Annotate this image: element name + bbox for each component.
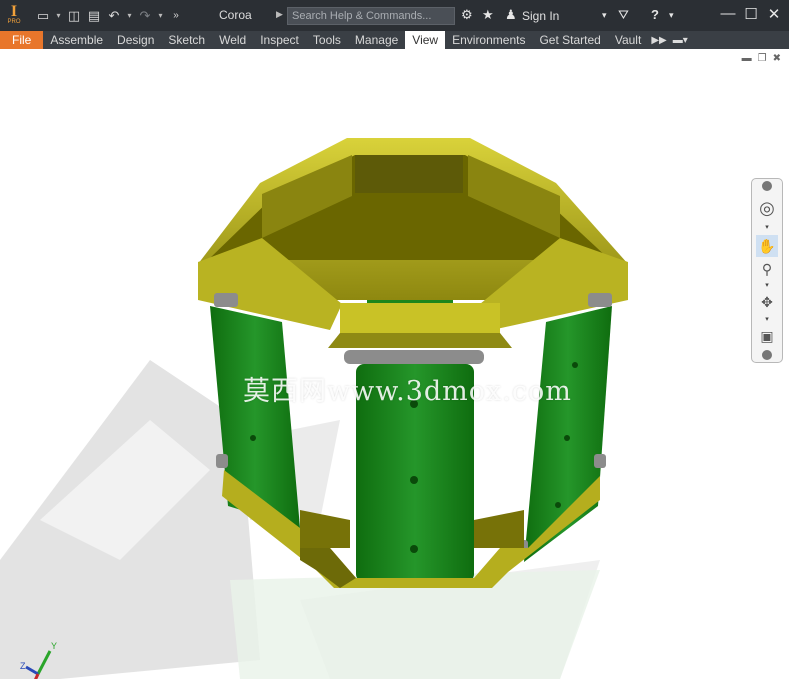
binoculars-icon[interactable]: ⚙: [461, 7, 473, 23]
close-icon[interactable]: ✕: [764, 5, 784, 23]
new-file-icon[interactable]: ▭: [34, 5, 52, 27]
help-icon[interactable]: ?: [651, 7, 659, 22]
redo-icon[interactable]: ↷: [136, 5, 154, 27]
close-icon[interactable]: [762, 181, 772, 191]
y-axis-line: [36, 650, 52, 675]
title-bar: I PRO ▭ ▾ ◫ ▤ ↶ ▾ ↷ ▾ » Coroa ▶ Search He…: [0, 0, 789, 31]
more-commands-icon[interactable]: »: [167, 5, 185, 27]
z-axis-line: [25, 665, 39, 676]
chevron-down-icon[interactable]: ▾: [602, 10, 607, 21]
look-at-icon[interactable]: ▣: [756, 325, 778, 347]
ribbon-display-icon[interactable]: ▬▾: [670, 31, 691, 49]
sign-in-button[interactable]: Sign In: [522, 9, 559, 23]
chevron-down-icon[interactable]: ▾: [54, 11, 63, 20]
customize-icon[interactable]: [762, 350, 772, 360]
tab-sketch[interactable]: Sketch: [161, 31, 212, 49]
search-input[interactable]: Search Help & Commands...: [287, 7, 455, 25]
zoom-icon[interactable]: ⚲: [756, 259, 778, 279]
tab-design[interactable]: Design: [110, 31, 161, 49]
tab-view[interactable]: View: [405, 31, 446, 49]
save-icon[interactable]: ▤: [85, 5, 103, 27]
chevron-down-icon[interactable]: ▾: [756, 223, 778, 231]
user-icon[interactable]: ♟: [505, 7, 517, 23]
cart-icon[interactable]: ⛛: [618, 7, 629, 23]
document-title: Coroa: [219, 8, 252, 22]
x-axis-line: [34, 673, 40, 679]
orbit-icon[interactable]: ✥: [756, 291, 778, 313]
tab-environments[interactable]: Environments: [445, 31, 532, 49]
watermark-text: 莫西网www.3dmox.com: [243, 376, 572, 407]
model-render: [0, 138, 628, 679]
tab-assemble[interactable]: Assemble: [43, 31, 110, 49]
more-tabs-icon[interactable]: ▶▶: [648, 31, 669, 49]
graphics-viewport[interactable]: ▬ ❐ ✖ 莫西网www.3dmox.com Y Z: [0, 49, 789, 679]
star-icon[interactable]: ★: [482, 7, 494, 23]
tab-inspect[interactable]: Inspect: [253, 31, 306, 49]
tab-get-started[interactable]: Get Started: [532, 31, 607, 49]
tab-weld[interactable]: Weld: [212, 31, 253, 49]
quick-access-toolbar: ▭ ▾ ◫ ▤ ↶ ▾ ↷ ▾ »: [34, 5, 185, 27]
z-axis-label: Z: [20, 661, 26, 671]
chevron-down-icon[interactable]: ▾: [669, 10, 674, 21]
chevron-down-icon[interactable]: ▾: [156, 11, 165, 20]
tab-manage[interactable]: Manage: [348, 31, 405, 49]
navigation-bar: ◎ ▾ ✋ ⚲ ▾ ✥ ▾ ▣: [751, 178, 783, 363]
app-logo[interactable]: I PRO: [2, 0, 26, 31]
chevron-down-icon[interactable]: ▾: [125, 11, 134, 20]
chevron-down-icon[interactable]: ▾: [756, 315, 778, 323]
chevron-right-icon[interactable]: ▶: [276, 9, 283, 20]
steering-wheel-icon[interactable]: ◎: [756, 197, 778, 219]
chevron-down-icon[interactable]: ▾: [756, 281, 778, 289]
tab-tools[interactable]: Tools: [306, 31, 348, 49]
minimize-icon[interactable]: —: [718, 5, 738, 22]
open-folder-icon[interactable]: ◫: [65, 5, 83, 27]
top-frame: [198, 138, 628, 348]
undo-icon[interactable]: ↶: [105, 5, 123, 27]
ribbon-tabs: File Assemble Design Sketch Weld Inspect…: [0, 31, 789, 49]
tab-file[interactable]: File: [0, 31, 44, 49]
tab-vault[interactable]: Vault: [608, 31, 648, 49]
view-triad[interactable]: Y Z X: [18, 639, 63, 679]
pan-hand-icon[interactable]: ✋: [756, 235, 778, 257]
y-axis-label: Y: [51, 641, 57, 651]
maximize-icon[interactable]: ☐: [741, 5, 761, 23]
